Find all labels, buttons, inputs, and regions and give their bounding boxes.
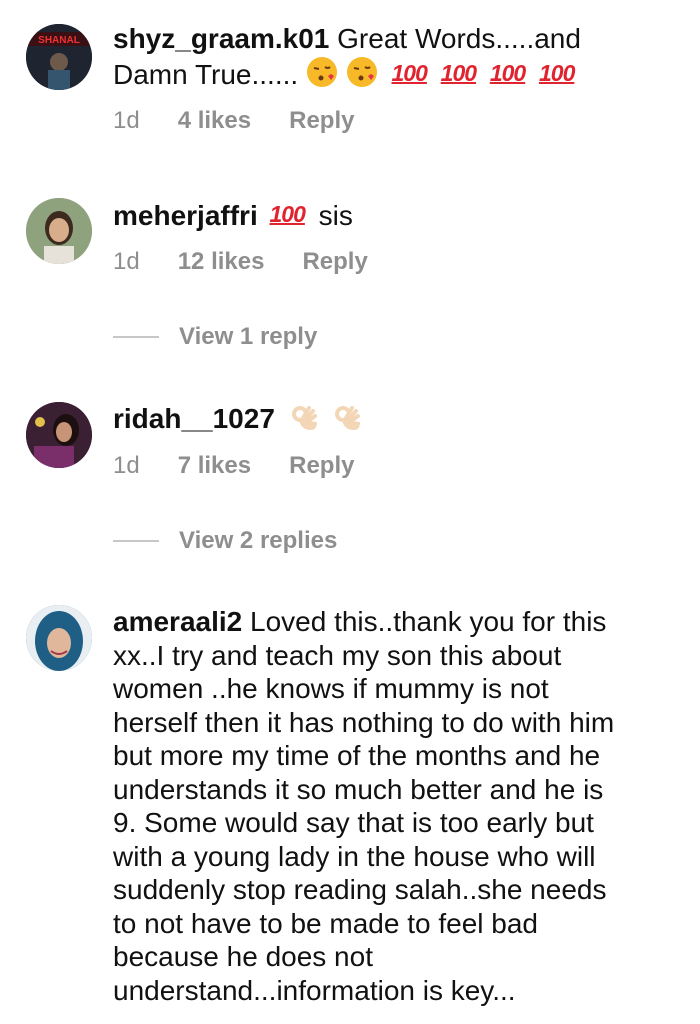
comment-text: shyz_graam.k01 Great Words.....and Damn … bbox=[113, 22, 682, 95]
avatar[interactable] bbox=[26, 402, 92, 468]
divider-line bbox=[113, 336, 159, 338]
comment-body-line: suddenly stop reading salah..she needs bbox=[113, 874, 607, 905]
comment-body-line: xx..I try and teach my son this about bbox=[113, 639, 562, 671]
view-replies-label[interactable]: View 1 reply bbox=[179, 323, 317, 351]
comment-body-line: 9. Some would say that is too early but bbox=[113, 807, 594, 838]
comment-text: ridah__1027 bbox=[113, 400, 682, 440]
comment-username[interactable]: ameraali2 bbox=[113, 606, 242, 637]
comment-text: ameraali2 Loved this..thank you for this… bbox=[113, 605, 682, 1007]
comment-body: sis bbox=[318, 200, 353, 231]
hundred-points-emoji-icon: 100 bbox=[538, 59, 575, 86]
reply-button[interactable]: Reply bbox=[289, 107, 354, 135]
comment-body-line: with a young lady in the house who will bbox=[113, 840, 596, 872]
comment-meta: 1d 7 likes Reply bbox=[113, 452, 392, 480]
comment-body-line: Loved this..thank you for this bbox=[250, 606, 607, 637]
hundred-points-emoji-icon: 100 bbox=[440, 59, 477, 86]
comment-username[interactable]: ridah__1027 bbox=[113, 403, 275, 434]
comment-username[interactable]: shyz_graam.k01 bbox=[113, 23, 329, 54]
ok-hand-emoji-icon bbox=[332, 400, 364, 440]
divider-line bbox=[113, 540, 159, 542]
view-replies-button[interactable]: View 1 reply bbox=[113, 323, 317, 351]
comment-body-line2: Damn True...... bbox=[113, 58, 299, 90]
comment-body-line: to not have to be made to feel bad bbox=[113, 907, 538, 939]
likes-count[interactable]: 12 likes bbox=[178, 248, 265, 276]
svg-text:SHANAL: SHANAL bbox=[38, 35, 80, 46]
comment-meta: 1d 4 likes Reply bbox=[113, 107, 392, 135]
comment-body-line: because he does not bbox=[113, 941, 373, 972]
ok-hand-emoji-icon bbox=[289, 400, 321, 440]
reply-button[interactable]: Reply bbox=[302, 248, 367, 276]
kissing-face-emoji-icon bbox=[346, 56, 378, 96]
comment-body-line1: Great Words.....and bbox=[337, 23, 581, 54]
avatar[interactable]: SHANAL bbox=[26, 24, 92, 90]
comment-body-line: understands it so much better and he is bbox=[113, 773, 604, 805]
comment-body-line: understand...information is key... bbox=[113, 974, 516, 1006]
comment-body-line: herself then it has nothing to do with h… bbox=[113, 706, 615, 738]
hundred-points-emoji-icon: 100 bbox=[269, 201, 306, 227]
comment-time: 1d bbox=[113, 248, 140, 275]
view-replies-button[interactable]: View 2 replies bbox=[113, 527, 337, 555]
comment-time: 1d bbox=[113, 107, 140, 134]
avatar[interactable] bbox=[26, 198, 92, 264]
comment-time: 1d bbox=[113, 452, 140, 479]
reply-button[interactable]: Reply bbox=[289, 452, 354, 480]
comment-body-line: women ..he knows if mummy is not bbox=[113, 673, 549, 704]
hundred-points-emoji-icon: 100 bbox=[391, 59, 428, 86]
comment-meta: 1d 12 likes Reply bbox=[113, 248, 406, 276]
comment-body-line: but more my time of the months and he bbox=[113, 740, 601, 771]
comment-username[interactable]: meherjaffri bbox=[113, 200, 258, 231]
comment-text: meherjaffri 100 sis bbox=[113, 198, 682, 233]
kissing-face-emoji-icon bbox=[306, 56, 338, 96]
avatar[interactable] bbox=[26, 605, 92, 671]
hundred-points-emoji-icon: 100 bbox=[489, 59, 526, 86]
view-replies-label[interactable]: View 2 replies bbox=[179, 527, 337, 555]
likes-count[interactable]: 7 likes bbox=[178, 452, 251, 480]
likes-count[interactable]: 4 likes bbox=[178, 107, 251, 135]
